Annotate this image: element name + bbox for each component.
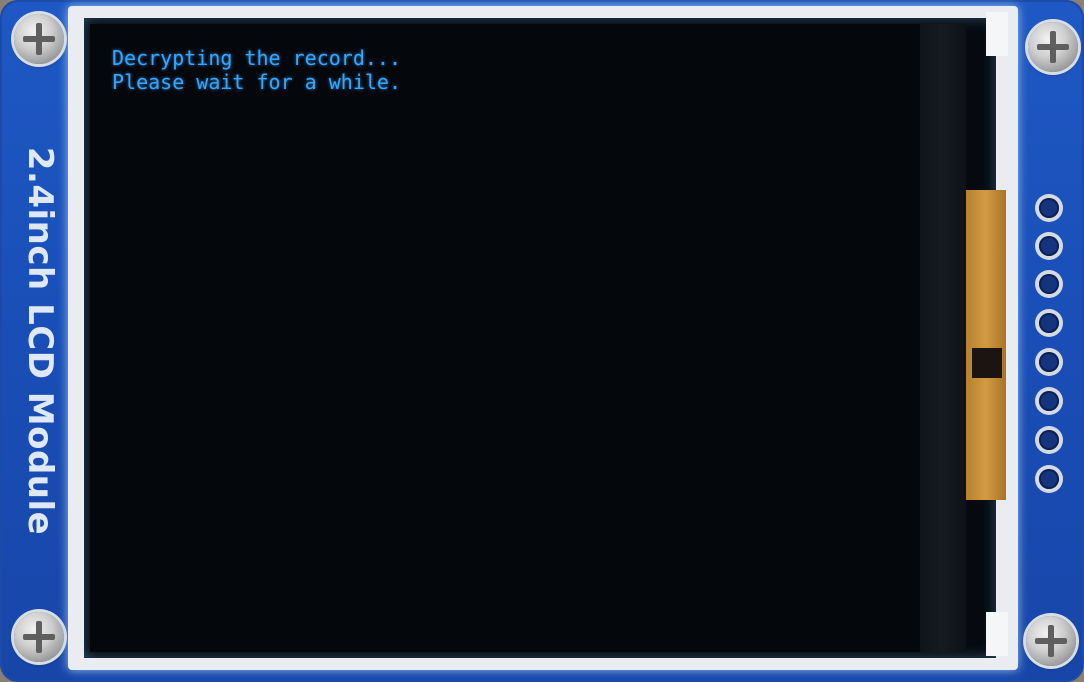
flex-cable-window [972,348,1002,378]
frame-corner-tab [986,612,1008,656]
lcd-display-area [90,24,920,652]
screw-icon [1028,22,1078,72]
flex-cable [966,190,1006,500]
screw-icon [1026,616,1076,666]
screen-message: Decrypting the record... Please wait for … [112,46,401,94]
header-pin-icon [1039,430,1059,450]
header-pin-icon [1039,236,1059,256]
screw-icon [14,14,64,64]
header-pin-icon [1039,469,1059,489]
screw-icon [14,612,64,662]
screen-line-1: Decrypting the record... [112,46,401,70]
module-name-text: 2.4inch LCD Module [20,146,61,536]
lcd-module-board: 2.4inch LCD Module Decrypting the record… [0,0,1084,682]
frame-corner-tab [986,12,1008,56]
header-pin-icon [1039,198,1059,218]
header-pin-icon [1039,391,1059,411]
header-pin-icon [1039,313,1059,333]
silkscreen-label: 2.4inch LCD Module [10,0,70,682]
header-pin-icon [1039,274,1059,294]
header-pin-icon [1039,352,1059,372]
screen-line-2: Please wait for a while. [112,70,401,94]
